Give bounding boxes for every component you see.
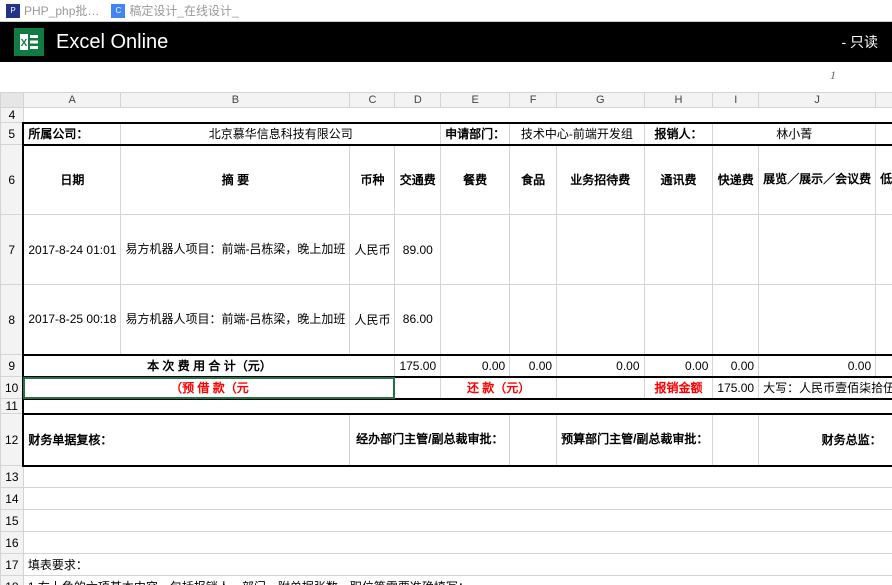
- val-company[interactable]: 北京慕华信息科技有限公司: [121, 123, 441, 145]
- app-title: Excel Online: [56, 31, 168, 54]
- browser-tab-1[interactable]: P PHP_php批…: [6, 2, 99, 19]
- r8-currency[interactable]: 人民币: [350, 285, 395, 355]
- col-G[interactable]: G: [557, 93, 644, 108]
- r8-summary[interactable]: 易方机器人项目：前端-吕栋梁，晚上加班: [121, 285, 350, 355]
- row-10[interactable]: 10: [1, 377, 24, 399]
- row-17[interactable]: 17: [1, 554, 24, 576]
- tot-i[interactable]: 0.00: [713, 355, 759, 377]
- r7-currency[interactable]: 人民币: [350, 215, 395, 285]
- col-H[interactable]: H: [644, 93, 713, 108]
- hdr-meal[interactable]: 餐费: [441, 145, 510, 215]
- readonly-badge: - 只读: [841, 32, 878, 52]
- val-person[interactable]: 林小菁: [713, 123, 876, 145]
- row-12[interactable]: 12: [1, 414, 24, 466]
- row-18[interactable]: 18: [1, 576, 24, 585]
- excel-logo: X: [14, 28, 44, 56]
- r10-i[interactable]: 175.00: [713, 377, 759, 399]
- row-11[interactable]: 11: [1, 399, 24, 414]
- ribbon-header: X Excel Online - 只读: [0, 22, 892, 62]
- lbl-person[interactable]: 报销人：: [644, 123, 713, 145]
- col-F[interactable]: F: [510, 93, 557, 108]
- tot-g[interactable]: 0.00: [557, 355, 644, 377]
- row-13[interactable]: 13: [1, 466, 24, 488]
- r10-e[interactable]: 还 款（元）: [441, 377, 557, 399]
- cell-A10-selected[interactable]: （预 借 款（元: [23, 377, 395, 399]
- col-D[interactable]: D: [395, 93, 441, 108]
- r7-trans[interactable]: 89.00: [395, 215, 441, 285]
- row-16[interactable]: 16: [1, 532, 24, 554]
- hdr-comm[interactable]: 通讯费: [644, 145, 713, 215]
- r17[interactable]: 填表要求：: [23, 554, 892, 576]
- row-15[interactable]: 15: [1, 510, 24, 532]
- val-dept[interactable]: 技术中心-前端开发组: [510, 123, 644, 145]
- col-A[interactable]: A: [23, 93, 121, 108]
- r12-c[interactable]: 经办部门主管/副总裁审批：: [350, 414, 510, 466]
- col-J[interactable]: J: [759, 93, 876, 108]
- tot-e[interactable]: 0.00: [441, 355, 510, 377]
- lbl-dept[interactable]: 申请部门：: [441, 123, 510, 145]
- hdr-summary[interactable]: 摘 要: [121, 145, 350, 215]
- col-E[interactable]: E: [441, 93, 510, 108]
- row-9[interactable]: 9: [1, 355, 24, 377]
- col-C[interactable]: C: [350, 93, 395, 108]
- hdr-low[interactable]: 低值易耗品: [876, 145, 892, 215]
- browser-tab-1-label: PHP_php批…: [24, 2, 99, 19]
- hdr-currency[interactable]: 币种: [350, 145, 395, 215]
- row-14[interactable]: 14: [1, 488, 24, 510]
- col-K[interactable]: K: [876, 93, 892, 108]
- r12-g[interactable]: 预算部门主管/副总裁审批：: [557, 414, 713, 466]
- r10-j[interactable]: 大写：人民币壹佰柒拾伍圆整: [759, 377, 892, 399]
- select-all-corner[interactable]: [1, 93, 24, 108]
- hdr-food[interactable]: 食品: [510, 145, 557, 215]
- spreadsheet-grid[interactable]: A B C D E F G H I J K L 4 5 所属公司： 北京慕华信息…: [0, 92, 892, 585]
- r12-j[interactable]: 财务总监：: [759, 414, 892, 466]
- row-8[interactable]: 8: [1, 285, 24, 355]
- tab2-icon: C: [111, 4, 125, 18]
- r8-date[interactable]: 2017-8-25 00:18: [23, 285, 121, 355]
- tot-h[interactable]: 0.00: [644, 355, 713, 377]
- hdr-express[interactable]: 快递费: [713, 145, 759, 215]
- hdr-expo[interactable]: 展览／展示／会议费: [759, 145, 876, 215]
- browser-tab-2[interactable]: C 稿定设计_在线设计_: [111, 2, 238, 19]
- page-number: 1: [830, 68, 836, 83]
- svg-text:X: X: [21, 38, 28, 49]
- r7-summary[interactable]: 易方机器人项目：前端-吕栋梁，晚上加班: [121, 215, 350, 285]
- total-label[interactable]: 本 次 费 用 合 计（元）: [23, 355, 395, 377]
- r10-h[interactable]: 报销金额: [644, 377, 713, 399]
- r12-a[interactable]: 财务单据复核：: [23, 414, 350, 466]
- col-I[interactable]: I: [713, 93, 759, 108]
- browser-tab-2-label: 稿定设计_在线设计_: [129, 2, 238, 19]
- php-icon: P: [6, 4, 20, 18]
- row-7[interactable]: 7: [1, 215, 24, 285]
- col-B[interactable]: B: [121, 93, 350, 108]
- tot-f[interactable]: 0.00: [510, 355, 557, 377]
- tot-k[interactable]: 0.00: [876, 355, 892, 377]
- tot-j[interactable]: 0.00: [759, 355, 876, 377]
- lbl-date[interactable]: 日期：: [876, 123, 892, 145]
- r18[interactable]: 1.右上角的六项基本内容，包括报销人、部门、附单据张数、职位等需要准确填写；: [23, 576, 892, 585]
- hdr-date[interactable]: 日期: [23, 145, 121, 215]
- r8-trans[interactable]: 86.00: [395, 285, 441, 355]
- lbl-company[interactable]: 所属公司：: [23, 123, 121, 145]
- hdr-trans[interactable]: 交通费: [395, 145, 441, 215]
- r7-date[interactable]: 2017-8-24 01:01: [23, 215, 121, 285]
- hdr-biz[interactable]: 业务招待费: [557, 145, 644, 215]
- row-4[interactable]: 4: [1, 108, 24, 123]
- row-5[interactable]: 5: [1, 123, 24, 145]
- row-6[interactable]: 6: [1, 145, 24, 215]
- tot-d[interactable]: 175.00: [395, 355, 441, 377]
